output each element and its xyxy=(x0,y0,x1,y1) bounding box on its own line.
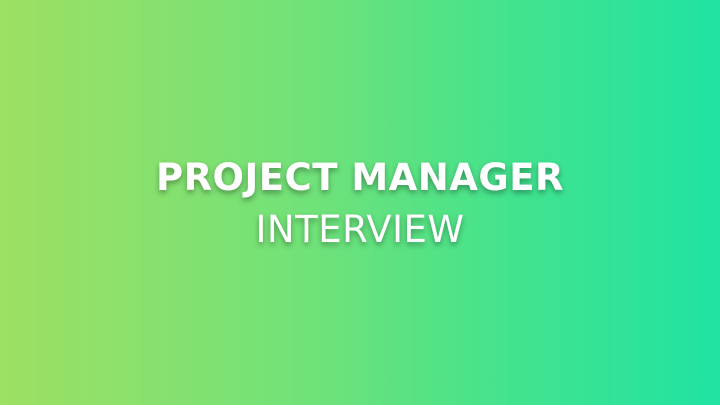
slide-subtitle: INTERVIEW xyxy=(255,208,465,251)
title-slide: PROJECT MANAGER INTERVIEW xyxy=(0,0,720,405)
slide-title: PROJECT MANAGER xyxy=(155,156,565,199)
title-block: PROJECT MANAGER INTERVIEW xyxy=(0,152,720,256)
